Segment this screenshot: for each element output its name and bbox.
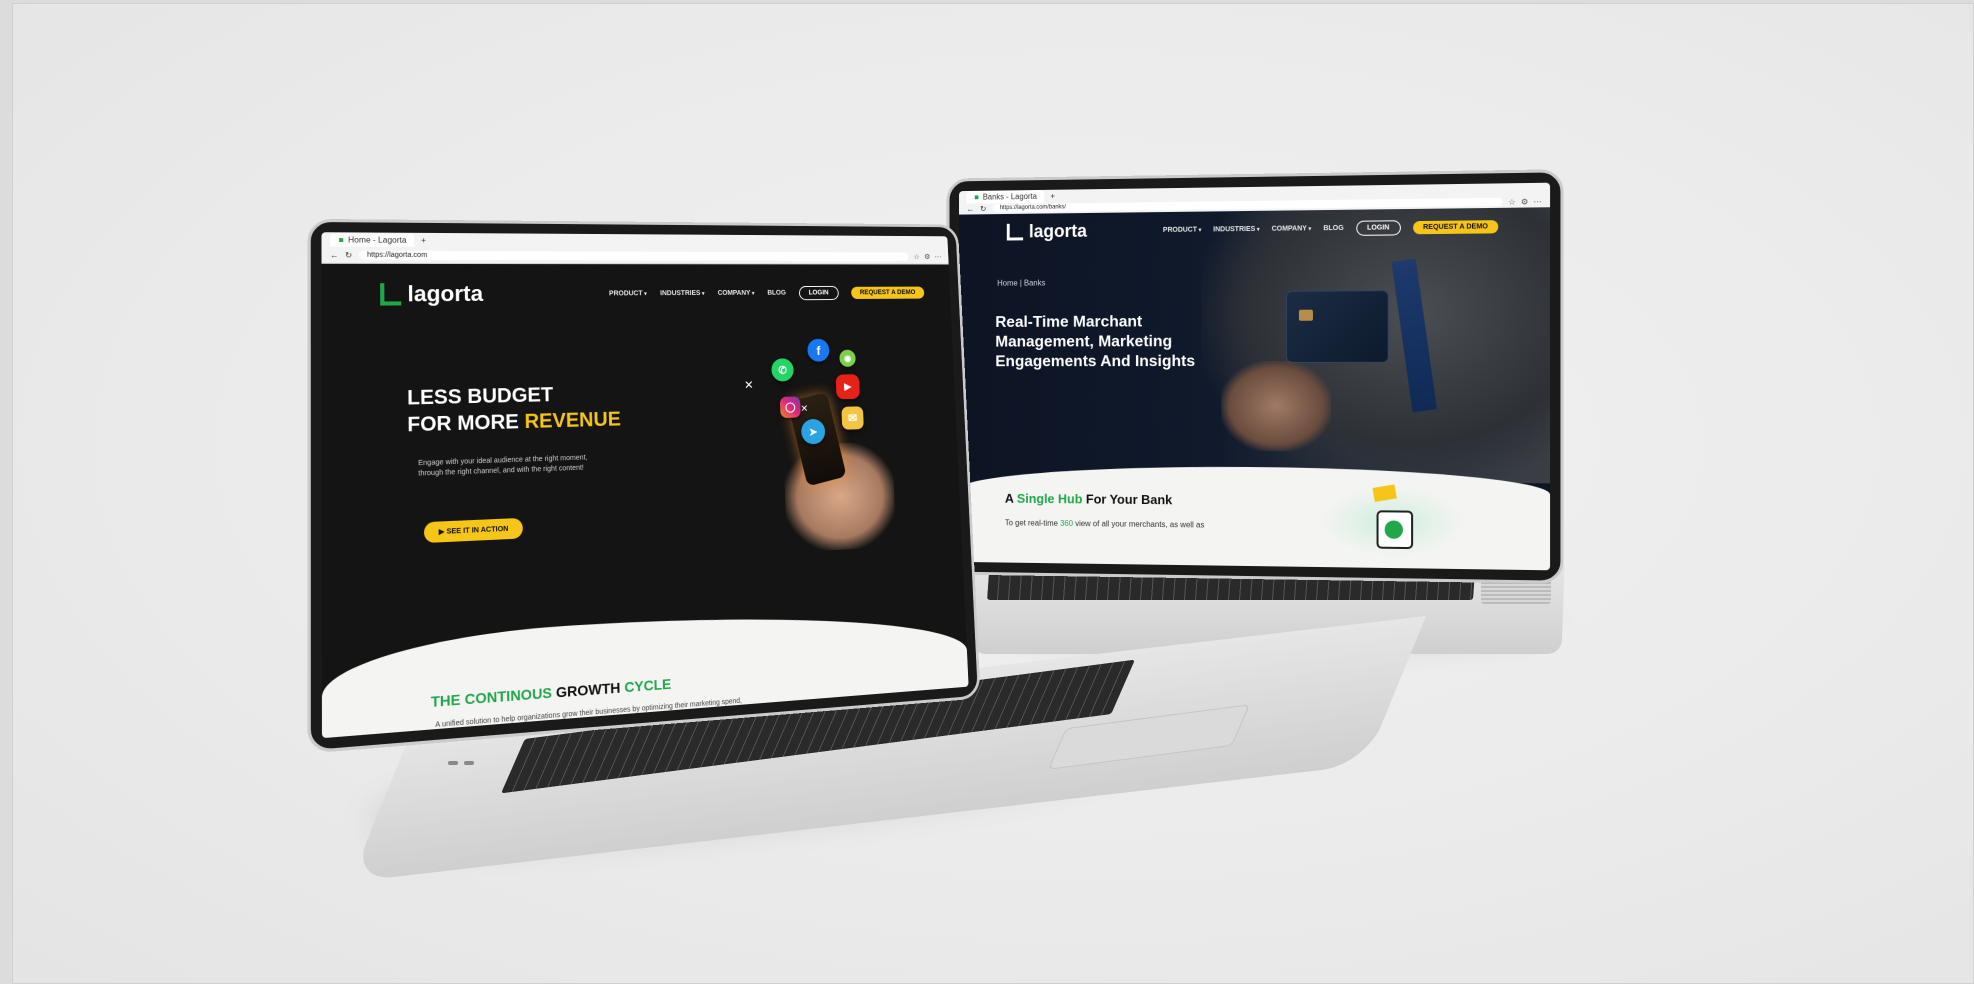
left-tab-title: Home - Lagorta bbox=[347, 235, 407, 245]
left-menu: PRODUCT INDUSTRIES COMPANY BLOG LOGIN RE… bbox=[609, 285, 925, 301]
photo-background: ■ Banks - Lagorta + ← ↻ https://lagorta.c… bbox=[12, 3, 1974, 984]
left-browser-chrome: ■ Home - Lagorta + ← ↻ https://lagorta.co… bbox=[321, 232, 949, 265]
back-icon[interactable]: ← bbox=[967, 204, 975, 213]
facebook-icon: f bbox=[807, 338, 830, 362]
left-logo[interactable]: lagorta bbox=[380, 281, 483, 308]
left-browser-tab[interactable]: ■ Home - Lagorta bbox=[330, 233, 415, 247]
new-tab-icon[interactable]: + bbox=[1050, 191, 1055, 200]
left-address-bar[interactable]: https://lagorta.com bbox=[358, 250, 909, 261]
menu-icon[interactable]: ⋯ bbox=[1533, 197, 1541, 206]
nav-product[interactable]: PRODUCT bbox=[1163, 227, 1201, 234]
envelope-icon bbox=[1372, 484, 1397, 502]
extensions-icon[interactable]: ⚙ bbox=[1521, 197, 1528, 206]
right-browser-tab[interactable]: ■ Banks - Lagorta bbox=[966, 189, 1045, 204]
left-site-nav: lagorta PRODUCT INDUSTRIES COMPANY BLOG … bbox=[322, 280, 951, 308]
bank-illustration bbox=[1320, 484, 1464, 558]
right-logo[interactable]: lagorta bbox=[1006, 220, 1087, 243]
email-icon: ✉ bbox=[841, 406, 864, 430]
nav-industries[interactable]: INDUSTRIES bbox=[660, 290, 705, 297]
see-in-action-button[interactable]: ▶ SEE IT IN ACTION bbox=[423, 517, 523, 544]
sparkle-icon: ✕ bbox=[800, 403, 809, 415]
login-button[interactable]: LOGIN bbox=[798, 285, 839, 300]
left-hero-subtext: Engage with your ideal audience at the r… bbox=[418, 454, 588, 478]
whatsapp-icon: ✆ bbox=[771, 358, 794, 382]
sparkle-icon: ✕ bbox=[743, 378, 754, 392]
headline-line-2: Management, Marketing bbox=[995, 333, 1173, 351]
back-icon[interactable]: ← bbox=[330, 251, 339, 260]
request-demo-button[interactable]: REQUEST A DEMO bbox=[1412, 220, 1499, 235]
logo-mark-icon bbox=[380, 283, 402, 306]
wechat-icon: ◉ bbox=[839, 349, 856, 367]
right-laptop-lid: ■ Banks - Lagorta + ← ↻ https://lagorta.c… bbox=[946, 169, 1564, 584]
nav-company[interactable]: COMPANY bbox=[718, 289, 755, 297]
right-white-section: A Single Hub For Your Bank To get real-t… bbox=[959, 465, 1551, 571]
star-icon[interactable]: ☆ bbox=[913, 253, 920, 261]
login-button[interactable]: LOGIN bbox=[1355, 220, 1401, 236]
credit-card bbox=[1285, 290, 1389, 363]
headline-line-1: Real-Time Marchant bbox=[995, 313, 1143, 331]
instagram-icon: ◯ bbox=[779, 396, 801, 419]
hand-shape bbox=[1221, 360, 1332, 452]
nav-company[interactable]: COMPANY bbox=[1272, 225, 1312, 232]
nav-blog[interactable]: BLOG bbox=[767, 289, 786, 296]
youtube-icon: ▶ bbox=[835, 374, 860, 400]
left-laptop-screen: ■ Home - Lagorta + ← ↻ https://lagorta.co… bbox=[321, 232, 969, 739]
right-menu: PRODUCT INDUSTRIES COMPANY BLOG LOGIN RE… bbox=[1163, 219, 1499, 238]
single-hub-title: A Single Hub For Your Bank bbox=[1004, 490, 1173, 508]
menu-icon[interactable]: ⋯ bbox=[934, 253, 941, 261]
usb-ports bbox=[448, 761, 478, 767]
left-logo-text: lagorta bbox=[407, 280, 484, 307]
star-icon[interactable]: ☆ bbox=[1508, 197, 1515, 206]
right-hero-headline: Real-Time Marchant Management, Marketing… bbox=[995, 312, 1195, 372]
right-logo-text: lagorta bbox=[1028, 220, 1087, 242]
extensions-icon[interactable]: ⚙ bbox=[924, 253, 931, 261]
nav-product[interactable]: PRODUCT bbox=[609, 290, 647, 297]
request-demo-button[interactable]: REQUEST A DEMO bbox=[850, 286, 925, 299]
nav-industries[interactable]: INDUSTRIES bbox=[1213, 226, 1259, 233]
breadcrumb: Home | Banks bbox=[997, 278, 1046, 288]
reload-icon[interactable]: ↻ bbox=[345, 251, 352, 260]
right-laptop-screen: ■ Banks - Lagorta + ← ↻ https://lagorta.c… bbox=[959, 182, 1551, 571]
hand-with-phone: f ✆ ◉ ▶ ◯ ✉ ➤ ✕ ✕ bbox=[743, 337, 932, 554]
left-hero-headline: LESS BUDGET FOR MORE REVENUE bbox=[407, 381, 621, 439]
single-hub-body: To get real-time 360 view of all your me… bbox=[1004, 518, 1205, 530]
nav-blog[interactable]: BLOG bbox=[1323, 225, 1343, 232]
bank-icon bbox=[1376, 510, 1414, 550]
headline-line-2: FOR MORE REVENUE bbox=[407, 408, 622, 437]
logo-mark-icon bbox=[1006, 223, 1024, 241]
reload-icon[interactable]: ↻ bbox=[980, 204, 986, 213]
right-tab-title: Banks - Lagorta bbox=[982, 191, 1037, 202]
headline-line-3: Engagements And Insights bbox=[995, 353, 1196, 371]
left-laptop-lid: ■ Home - Lagorta + ← ↻ https://lagorta.co… bbox=[307, 218, 981, 754]
new-tab-icon[interactable]: + bbox=[421, 236, 426, 245]
